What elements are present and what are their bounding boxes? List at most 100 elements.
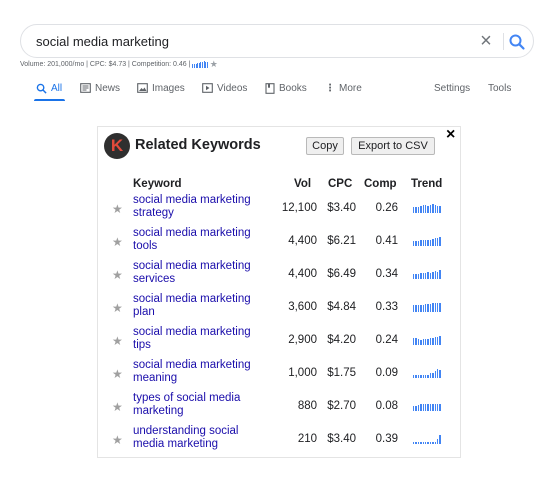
keyword-link[interactable]: social media marketing strategy (133, 194, 268, 220)
trend-bar (417, 442, 420, 444)
keyword-cpc: $4.20 (327, 334, 356, 346)
tab-images[interactable]: Images (137, 76, 185, 100)
trend-sparkline (413, 402, 445, 411)
trend-bar (436, 206, 439, 213)
keyword-link[interactable]: social media marketing services (133, 260, 268, 286)
trend-bar (429, 205, 432, 213)
trend-bar (417, 375, 420, 378)
tab-more[interactable]: ⋮ More (325, 76, 362, 100)
trend-bar (427, 442, 429, 444)
keyword-link[interactable]: social media marketing tools (133, 227, 268, 253)
clear-icon[interactable]: × (476, 31, 496, 51)
trend-bar (434, 271, 436, 279)
trend-bar (434, 303, 436, 312)
tab-settings[interactable]: Settings (434, 76, 470, 100)
keyword-volume: 3,600 (288, 301, 317, 313)
trend-bar (432, 239, 434, 246)
keyword-row: ★ social media marketing services 4,400 $6.… (98, 260, 462, 293)
keyword-link[interactable]: social media marketing meaning (133, 359, 268, 385)
keyword-row: ★ understanding social media marketing 210… (98, 425, 462, 458)
tab-label: Settings (434, 82, 471, 94)
trend-bar (420, 273, 422, 279)
trend-bar (413, 406, 415, 411)
trend-bar (439, 303, 441, 312)
star-icon[interactable]: ★ (112, 268, 123, 282)
trend-bar (424, 240, 427, 246)
trend-bar (434, 442, 436, 444)
trend-sparkline (413, 435, 445, 444)
search-input[interactable] (36, 34, 456, 49)
star-icon[interactable]: ★ (112, 433, 123, 447)
more-vertical-icon: ⋮ (325, 82, 335, 94)
trend-bar (420, 206, 422, 213)
keyword-link[interactable]: social media marketing tips (133, 326, 268, 352)
tab-videos[interactable]: Videos (202, 76, 247, 100)
star-icon[interactable]: ★ (210, 60, 218, 69)
tab-all[interactable]: All (33, 76, 66, 101)
keywords-everywhere-logo: K (104, 133, 130, 159)
star-icon[interactable]: ★ (112, 202, 123, 216)
star-icon[interactable]: ★ (112, 367, 123, 381)
star-icon[interactable]: ★ (112, 235, 123, 249)
trend-bar (436, 272, 439, 279)
star-icon[interactable]: ★ (112, 301, 123, 315)
trend-bar (413, 207, 415, 213)
star-icon[interactable]: ★ (112, 334, 123, 348)
trend-bar (415, 375, 417, 378)
column-header-vol: Vol (294, 178, 312, 190)
keyword-cpc: $3.40 (327, 433, 356, 445)
keyword-cpc: $3.40 (327, 202, 356, 214)
tab-tools[interactable]: Tools (488, 76, 511, 100)
trend-bar (415, 274, 417, 279)
close-icon[interactable]: × (446, 127, 455, 143)
tab-books[interactable]: Books (265, 76, 307, 100)
trend-bar (439, 237, 441, 246)
keyword-link[interactable]: social media marketing plan (133, 293, 268, 319)
keyword-competition: 0.41 (375, 235, 398, 247)
search-icon[interactable] (507, 32, 527, 52)
trend-bar (420, 404, 422, 411)
trend-bar (422, 339, 424, 345)
tab-label: Images (152, 82, 185, 94)
keyword-link[interactable]: types of social media marketing (133, 392, 268, 418)
column-header-comp: Comp (364, 178, 397, 190)
copy-button[interactable]: Copy (306, 137, 344, 155)
trend-bar (439, 206, 441, 213)
keyword-cpc: $1.75 (327, 367, 356, 379)
export-csv-button[interactable]: Export to CSV (351, 137, 435, 155)
keyword-cpc: $2.70 (327, 400, 356, 412)
tab-label: All (51, 82, 63, 94)
trend-bar (439, 370, 441, 378)
trend-bar (415, 207, 417, 213)
keyword-cpc: $6.21 (327, 235, 356, 247)
search-box[interactable]: × (20, 24, 534, 58)
trend-bar (429, 404, 432, 411)
trend-sparkline (413, 369, 445, 378)
trend-bar (413, 338, 415, 345)
trend-bar (436, 238, 439, 246)
keyword-volume: 210 (297, 433, 317, 445)
trend-bar (436, 439, 439, 444)
keyword-volume: 12,100 (281, 202, 317, 214)
logo-letter: K (110, 136, 124, 155)
search-divider (503, 33, 504, 50)
star-icon[interactable]: ★ (112, 400, 123, 414)
trend-bar (432, 373, 434, 378)
keyword-link[interactable]: understanding social media marketing (133, 425, 268, 451)
keyword-stats: Volume: 201,000/mo | CPC: $4.73 | Compet… (20, 60, 218, 69)
tab-news[interactable]: News (80, 76, 120, 100)
keyword-volume: 4,400 (288, 235, 317, 247)
tab-label: Books (279, 82, 307, 94)
trend-bar (422, 205, 424, 213)
trend-bar (424, 205, 427, 213)
trend-bar (420, 305, 422, 312)
tab-label: Tools (488, 82, 512, 94)
trend-bar (429, 240, 432, 246)
related-keywords-panel: K Related Keywords Copy Export to CSV × … (97, 126, 461, 458)
trend-bar (422, 273, 424, 279)
tab-label: More (339, 82, 362, 94)
news-icon (80, 83, 91, 93)
keyword-stats-text: Volume: 201,000/mo | CPC: $4.73 | Compet… (20, 61, 191, 68)
search-tabs: All News Images Videos Books ⋮ More Sett… (0, 76, 553, 101)
trend-bar (429, 373, 432, 378)
